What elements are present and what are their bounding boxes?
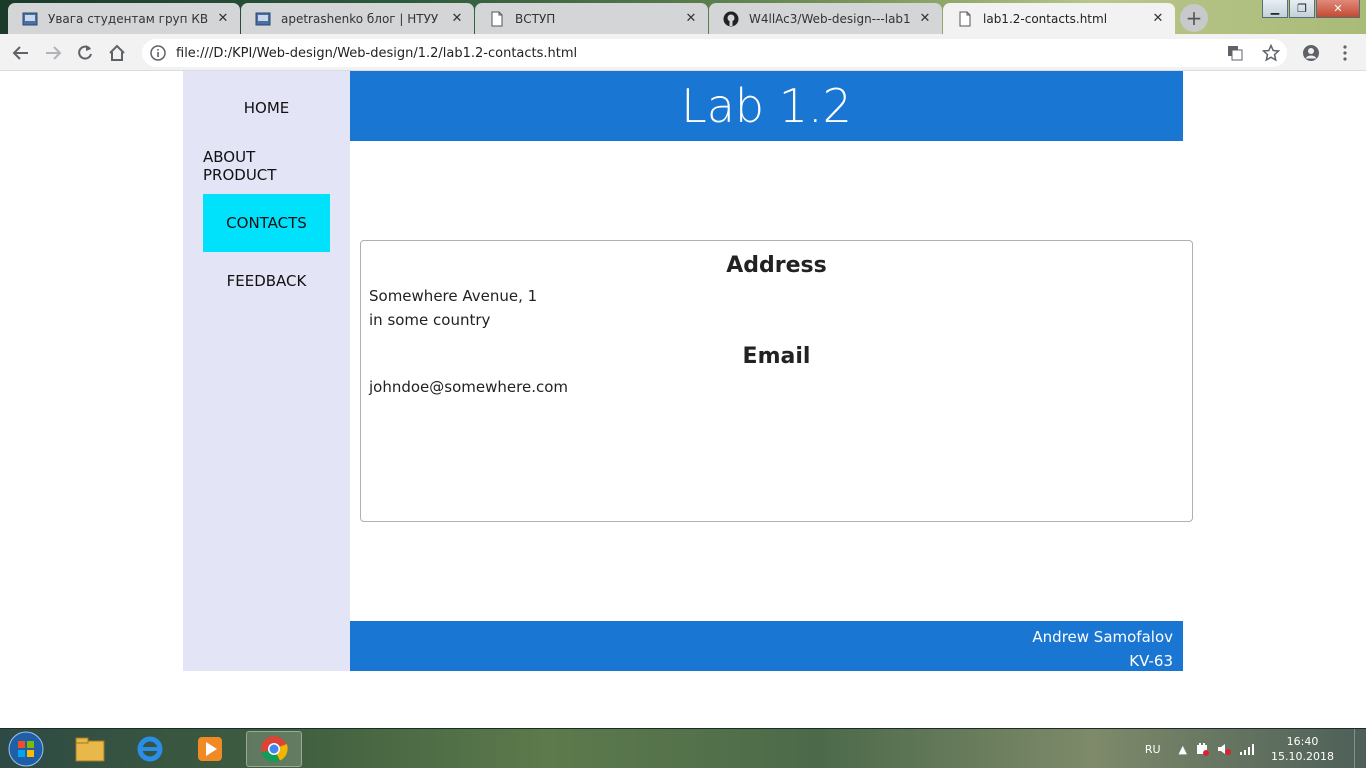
page-footer: Andrew Samofalov KV-63 — [350, 621, 1183, 671]
close-window-button[interactable]: ✕ — [1316, 0, 1360, 18]
address-line-1: Somewhere Avenue, 1 — [369, 287, 538, 305]
page-title: Lab 1.2 — [681, 79, 852, 133]
home-icon — [109, 44, 125, 61]
power-icon[interactable] — [1195, 742, 1210, 756]
page-icon — [255, 11, 271, 27]
language-indicator[interactable]: RU — [1145, 743, 1161, 756]
translate-icon — [1228, 46, 1243, 61]
close-icon: ✕ — [1333, 2, 1343, 15]
folder-icon — [75, 737, 105, 762]
start-button[interactable] — [4, 731, 48, 767]
sidebar-nav: HOME ABOUT PRODUCT CONTACTS FEEDBACK — [183, 71, 350, 671]
tab-title: Увага студентам груп КВ-61,62 — [48, 11, 208, 26]
bookmark-button[interactable] — [1258, 40, 1284, 66]
nav-item-home[interactable]: HOME — [203, 79, 330, 137]
address-heading: Address — [726, 253, 827, 278]
footer-group: KV-63 — [1129, 652, 1173, 670]
show-hidden-icons[interactable]: ▲ — [1179, 743, 1187, 756]
windows-logo-icon — [8, 731, 44, 767]
info-icon[interactable] — [150, 45, 166, 61]
taskbar: RU ▲ 16:40 15.10.2018 — [0, 728, 1366, 768]
address-bar[interactable]: file:///D:/KPI/Web-design/Web-design/1.2… — [142, 39, 1287, 67]
minimize-button[interactable]: ▁ — [1262, 0, 1288, 18]
taskbar-explorer[interactable] — [62, 731, 118, 767]
clock[interactable]: 16:40 15.10.2018 — [1271, 734, 1334, 764]
tab-title: apetrashenko блог | НТУУ "КПІ" — [281, 11, 442, 26]
tab-title: W4llAc3/Web-design---lab1 — [749, 11, 910, 26]
page-icon — [22, 11, 38, 27]
account-icon — [1303, 45, 1319, 61]
close-icon[interactable]: ✕ — [684, 11, 698, 26]
close-icon[interactable]: ✕ — [1151, 11, 1165, 26]
show-desktop-button[interactable] — [1354, 729, 1366, 768]
taskbar-chrome[interactable] — [246, 731, 302, 767]
media-player-icon — [198, 737, 222, 761]
restore-icon: ❐ — [1297, 2, 1307, 15]
document-icon — [957, 11, 973, 27]
browser-tab[interactable]: Увага студентам груп КВ-61,62 ✕ — [8, 3, 240, 34]
browser-toolbar: file:///D:/KPI/Web-design/Web-design/1.2… — [0, 34, 1366, 71]
nav-item-feedback[interactable]: FEEDBACK — [203, 252, 330, 310]
page-header: Lab 1.2 — [350, 71, 1183, 141]
profile-button[interactable] — [1298, 40, 1324, 66]
close-icon[interactable]: ✕ — [918, 11, 932, 26]
browser-tab-active[interactable]: lab1.2-contacts.html ✕ — [943, 3, 1175, 34]
menu-button[interactable] — [1332, 40, 1358, 66]
reload-button[interactable] — [72, 40, 98, 66]
taskbar-media-player[interactable] — [182, 731, 238, 767]
minimize-icon: ▁ — [1270, 2, 1280, 15]
more-vert-icon — [1343, 45, 1347, 61]
plus-icon: + — [1185, 6, 1203, 30]
document-icon — [489, 11, 505, 27]
maximize-button[interactable]: ❐ — [1289, 0, 1315, 18]
tab-title: ВСТУП — [515, 11, 556, 26]
address-line-2: in some country — [369, 311, 491, 329]
home-button[interactable] — [104, 40, 130, 66]
volume-muted-icon[interactable] — [1217, 742, 1232, 756]
ie-icon — [137, 736, 163, 762]
close-icon[interactable]: ✕ — [450, 11, 464, 26]
new-tab-button[interactable]: + — [1180, 4, 1208, 32]
translate-button[interactable] — [1222, 40, 1248, 66]
browser-tab[interactable]: W4llAc3/Web-design---lab1 ✕ — [709, 3, 942, 34]
arrow-left-icon — [12, 46, 28, 60]
star-icon — [1262, 44, 1280, 62]
email-heading: Email — [742, 344, 811, 369]
nav-item-contacts[interactable]: CONTACTS — [203, 194, 330, 252]
email-address: johndoe@somewhere.com — [369, 378, 568, 396]
clock-time: 16:40 — [1286, 735, 1319, 748]
arrow-right-icon — [46, 46, 62, 60]
reload-icon — [78, 45, 92, 60]
clock-date: 15.10.2018 — [1271, 750, 1334, 763]
contacts-card: Address Somewhere Avenue, 1 in some coun… — [360, 240, 1193, 522]
window-controls: ▁ ❐ ✕ — [1261, 0, 1360, 18]
close-icon[interactable]: ✕ — [216, 11, 230, 26]
taskbar-internet-explorer[interactable] — [122, 731, 178, 767]
system-tray: RU ▲ 16:40 15.10.2018 — [1145, 729, 1366, 768]
github-icon — [723, 11, 739, 27]
url-text: file:///D:/KPI/Web-design/Web-design/1.2… — [176, 45, 578, 61]
browser-tab[interactable]: apetrashenko блог | НТУУ "КПІ" ✕ — [241, 3, 474, 34]
network-icon[interactable] — [1239, 742, 1255, 756]
forward-button[interactable] — [40, 40, 66, 66]
tab-strip: Увага студентам груп КВ-61,62 ✕ apetrash… — [0, 0, 1366, 34]
footer-author: Andrew Samofalov — [1032, 628, 1173, 646]
nav-item-about-product[interactable]: ABOUT PRODUCT — [203, 137, 330, 195]
chrome-icon — [261, 736, 288, 762]
browser-tab[interactable]: ВСТУП ✕ — [475, 3, 708, 34]
tab-title: lab1.2-contacts.html — [983, 11, 1108, 26]
back-button[interactable] — [8, 40, 34, 66]
